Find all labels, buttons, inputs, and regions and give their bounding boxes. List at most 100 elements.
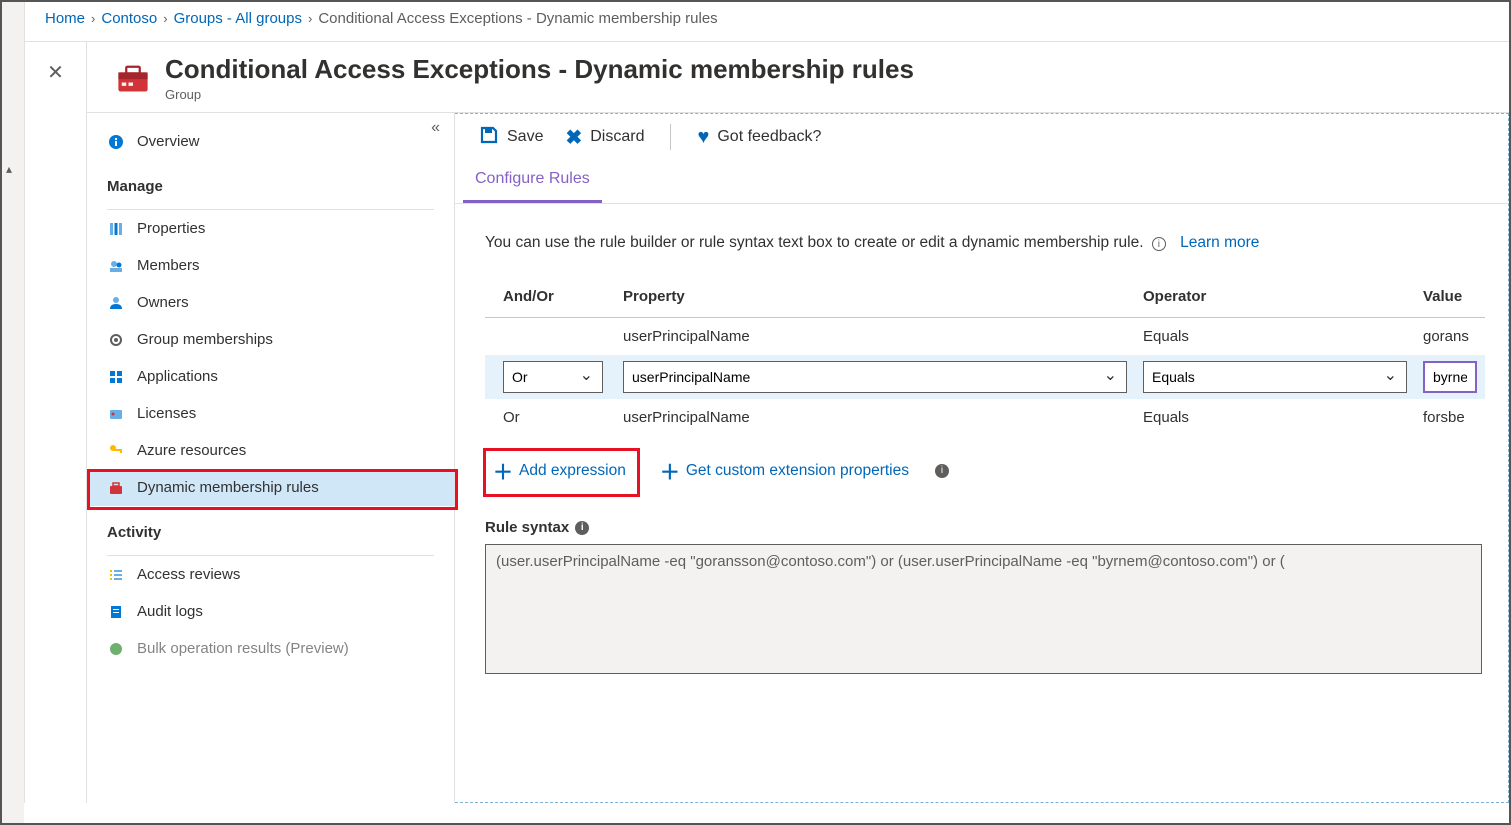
- info-icon[interactable]: i: [575, 521, 589, 535]
- licenses-icon: [107, 406, 125, 422]
- toolbar-separator: [670, 124, 671, 150]
- feedback-button[interactable]: ♥ Got feedback?: [697, 126, 821, 149]
- key-icon: [107, 443, 125, 459]
- breadcrumb-home[interactable]: Home: [45, 10, 85, 27]
- value-input[interactable]: [1423, 361, 1477, 393]
- blade: Conditional Access Exceptions - Dynamic …: [87, 42, 1509, 803]
- close-icon[interactable]: ✕: [47, 60, 64, 85]
- table-row: Or userPrincipalName Equals forsbe: [485, 399, 1485, 436]
- gear-icon: [107, 332, 125, 348]
- intro-text: You can use the rule builder or rule syn…: [485, 234, 1482, 252]
- cell-operator: Equals: [1135, 399, 1415, 436]
- sidebar-item-azure-resources[interactable]: Azure resources: [87, 432, 454, 469]
- page-subtitle: Group: [165, 87, 914, 102]
- blade-header: Conditional Access Exceptions - Dynamic …: [87, 42, 1509, 112]
- cell-value: gorans: [1415, 318, 1485, 356]
- sidebar-item-label: Audit logs: [137, 603, 203, 620]
- toolbar: Save ✖ Discard ♥ Got feedback?: [455, 114, 1508, 160]
- main-panel: Save ✖ Discard ♥ Got feedback?: [455, 113, 1509, 803]
- sidebar-item-label: Access reviews: [137, 566, 240, 583]
- sidebar-item-audit-logs[interactable]: Audit logs: [87, 593, 454, 630]
- chevron-right-icon: ›: [163, 11, 167, 26]
- group-briefcase-icon: [115, 60, 151, 96]
- add-expression-button[interactable]: ＋ Add expression: [485, 450, 634, 491]
- sidebar-item-label: Applications: [137, 368, 218, 385]
- sidebar: « Overview Manage: [87, 113, 455, 803]
- page-title: Conditional Access Exceptions - Dynamic …: [165, 54, 914, 85]
- sidebar-item-label: Azure resources: [137, 442, 246, 459]
- outer-scrollbar[interactable]: ▴: [2, 2, 24, 823]
- chevron-right-icon: ›: [308, 11, 312, 26]
- get-custom-properties-button[interactable]: ＋ Get custom extension properties: [652, 450, 917, 491]
- sidebar-item-licenses[interactable]: Licenses: [87, 395, 454, 432]
- sidebar-item-label: Overview: [137, 133, 200, 150]
- info-icon[interactable]: i: [1152, 237, 1166, 251]
- sidebar-item-label: Licenses: [137, 405, 196, 422]
- audit-log-icon: [107, 604, 125, 620]
- blade-frame: Home › Contoso › Groups - All groups › C…: [24, 2, 1509, 803]
- bulk-icon: [107, 641, 125, 657]
- sidebar-item-overview[interactable]: Overview: [87, 123, 454, 160]
- rule-builder-table: And/Or Property Operator Value: [485, 278, 1485, 436]
- info-icon[interactable]: i: [935, 464, 949, 478]
- discard-label: Discard: [590, 128, 644, 146]
- content-row: ✕ Conditional Access Exceptio: [25, 42, 1509, 803]
- sidebar-item-applications[interactable]: Applications: [87, 358, 454, 395]
- list-check-icon: [107, 567, 125, 583]
- heart-icon: ♥: [697, 126, 709, 149]
- tabs: Configure Rules: [455, 160, 1508, 204]
- chevron-right-icon: ›: [91, 11, 95, 26]
- sidebar-item-label: Dynamic membership rules: [137, 479, 319, 496]
- save-icon: [479, 125, 499, 150]
- cell-andor: Or: [485, 399, 615, 436]
- sidebar-item-label: Owners: [137, 294, 189, 311]
- breadcrumb-groups[interactable]: Groups - All groups: [174, 10, 302, 27]
- plus-icon: ＋: [660, 456, 680, 485]
- col-header-andor: And/Or: [485, 278, 615, 318]
- info-icon: [107, 134, 125, 150]
- breadcrumb: Home › Contoso › Groups - All groups › C…: [25, 2, 1509, 42]
- members-icon: [107, 258, 125, 274]
- properties-icon: [107, 221, 125, 237]
- cell-value: forsbe: [1415, 399, 1485, 436]
- andor-select[interactable]: Or: [503, 361, 603, 393]
- panel-body: You can use the rule builder or rule syn…: [455, 204, 1508, 802]
- sidebar-item-label: Group memberships: [137, 331, 273, 348]
- rule-syntax-textbox[interactable]: [485, 544, 1482, 674]
- tab-configure-rules[interactable]: Configure Rules: [463, 160, 602, 203]
- plus-icon: ＋: [493, 456, 513, 485]
- col-header-property: Property: [615, 278, 1135, 318]
- save-button[interactable]: Save: [479, 125, 543, 150]
- col-header-value: Value: [1415, 278, 1485, 318]
- scroll-up-icon[interactable]: ▴: [6, 162, 12, 176]
- property-select[interactable]: userPrincipalName: [623, 361, 1127, 393]
- breadcrumb-tenant[interactable]: Contoso: [101, 10, 157, 27]
- sidebar-item-members[interactable]: Members: [87, 247, 454, 284]
- breadcrumb-current: Conditional Access Exceptions - Dynamic …: [318, 10, 717, 27]
- cell-property: userPrincipalName: [615, 399, 1135, 436]
- sidebar-item-access-reviews[interactable]: Access reviews: [87, 556, 454, 593]
- viewport: ▴ Home › Contoso › Groups - All groups ›…: [0, 0, 1511, 825]
- sidebar-item-dynamic-rules[interactable]: Dynamic membership rules: [87, 469, 454, 506]
- applications-icon: [107, 369, 125, 385]
- cell-property: userPrincipalName: [615, 318, 1135, 356]
- col-header-operator: Operator: [1135, 278, 1415, 318]
- sidebar-item-label: Members: [137, 257, 200, 274]
- table-row: userPrincipalName Equals gorans: [485, 318, 1485, 356]
- discard-button[interactable]: ✖ Discard: [565, 125, 644, 150]
- operator-select[interactable]: Equals: [1143, 361, 1407, 393]
- add-actions-row: ＋ Add expression ＋ Get custom extension …: [485, 450, 1482, 491]
- owners-icon: [107, 295, 125, 311]
- save-label: Save: [507, 128, 543, 146]
- briefcase-icon: [107, 480, 125, 496]
- sidebar-item-bulk-operations[interactable]: Bulk operation results (Preview): [87, 630, 454, 667]
- sidebar-item-group-memberships[interactable]: Group memberships: [87, 321, 454, 358]
- rule-syntax-label: Rule syntax i: [485, 519, 1482, 536]
- sidebar-item-owners[interactable]: Owners: [87, 284, 454, 321]
- cell-andor: [485, 318, 615, 356]
- learn-more-link[interactable]: Learn more: [1180, 234, 1259, 251]
- sidebar-item-label: Properties: [137, 220, 205, 237]
- sidebar-section-activity: Activity: [87, 506, 454, 551]
- feedback-label: Got feedback?: [717, 128, 821, 146]
- sidebar-item-properties[interactable]: Properties: [87, 210, 454, 247]
